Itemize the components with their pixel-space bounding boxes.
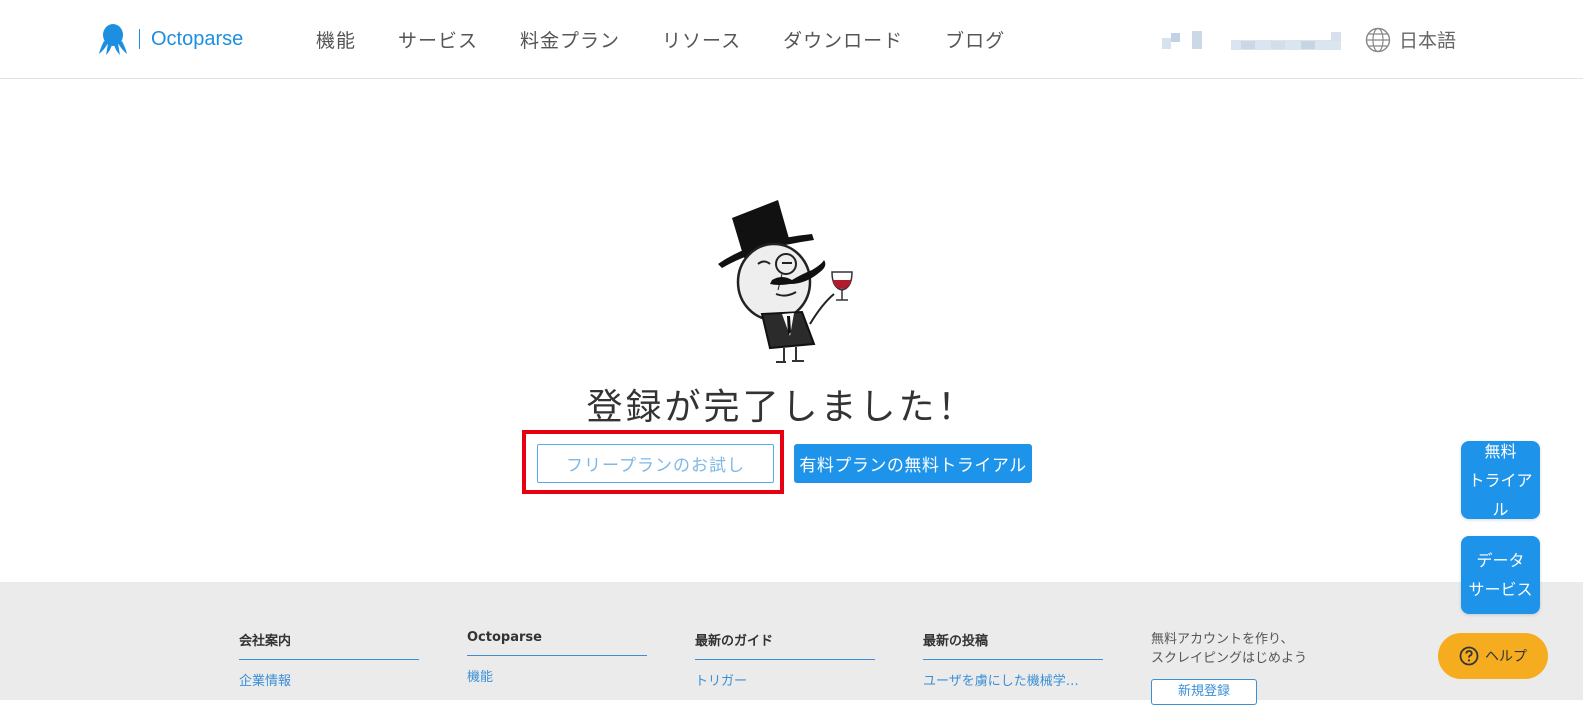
floating-data-line-1: データ — [1476, 551, 1525, 570]
language-label: 日本語 — [1399, 30, 1457, 52]
nav-item-features[interactable]: 機能 — [316, 26, 356, 53]
gentleman-mascot-illustration — [718, 200, 853, 363]
help-label: ヘルプ — [1485, 649, 1527, 665]
footer-link[interactable]: 機能 — [467, 666, 647, 685]
floating-trial-line-1: 無料 — [1484, 441, 1517, 461]
site-footer: 会社案内 企業情報 Octoparse 機能 最新のガイド トリガー 最新の投稿… — [0, 582, 1583, 705]
globe-icon — [1365, 27, 1391, 52]
footer-heading: 最新の投稿 — [923, 630, 1103, 660]
octopus-icon — [99, 24, 127, 55]
footer-link[interactable]: 企業情報 — [239, 670, 419, 689]
footer-column-posts: 最新の投稿 ユーザを虜にした機械学… — [923, 630, 1103, 689]
nav-item-pricing[interactable]: 料金プラン — [520, 26, 620, 53]
footer-column-octoparse: Octoparse 機能 — [467, 630, 647, 685]
main-nav: 機能 サービス 料金プラン リソース ダウンロード ブログ — [316, 26, 1047, 53]
footer-signup-line-2: スクレイピングはじめよう — [1151, 651, 1308, 666]
floating-data-service-button[interactable]: データ サービス — [1461, 536, 1540, 614]
free-plan-button[interactable]: フリープランのお試し — [537, 444, 774, 483]
help-button[interactable]: ヘルプ — [1438, 633, 1548, 679]
nav-item-blog[interactable]: ブログ — [945, 26, 1005, 53]
page-title: 登録が完了しました！ — [586, 387, 977, 428]
site-logo[interactable]: Octoparse — [98, 22, 243, 56]
footer-link[interactable]: トリガー — [695, 670, 875, 689]
footer-column-guides: 最新のガイド トリガー — [695, 630, 875, 689]
footer-link[interactable]: ユーザを虜にした機械学… — [923, 670, 1103, 689]
footer-heading: 最新のガイド — [695, 630, 875, 660]
floating-trial-line-2: トライアル — [1468, 470, 1533, 519]
footer-signup-button[interactable]: 新規登録 — [1151, 679, 1257, 705]
question-circle-icon — [1459, 646, 1479, 666]
pixelated-username[interactable] — [1231, 32, 1341, 50]
site-header: Octoparse 機能 サービス 料金プラン リソース ダウンロード ブログ … — [0, 0, 1583, 79]
nav-item-download[interactable]: ダウンロード — [783, 26, 903, 53]
pixelated-account-icon[interactable] — [1162, 31, 1202, 49]
logo-text: Octoparse — [151, 27, 244, 50]
floating-free-trial-button[interactable]: 無料 トライアル — [1461, 441, 1540, 519]
nav-item-resources[interactable]: リソース — [662, 26, 741, 53]
footer-column-company: 会社案内 企業情報 — [239, 630, 419, 689]
logo-divider — [139, 29, 140, 49]
language-selector[interactable]: 日本語 — [1365, 26, 1456, 53]
footer-signup-text: 無料アカウントを作り、 スクレイピングはじめよう — [1151, 630, 1331, 668]
footer-signup-line-1: 無料アカウントを作り、 — [1151, 632, 1294, 647]
floating-data-line-2: サービス — [1468, 580, 1533, 599]
footer-heading: Octoparse — [467, 630, 647, 656]
footer-heading: 会社案内 — [239, 630, 419, 660]
nav-item-services[interactable]: サービス — [398, 26, 478, 53]
paid-trial-button[interactable]: 有料プランの無料トライアル — [794, 444, 1032, 483]
